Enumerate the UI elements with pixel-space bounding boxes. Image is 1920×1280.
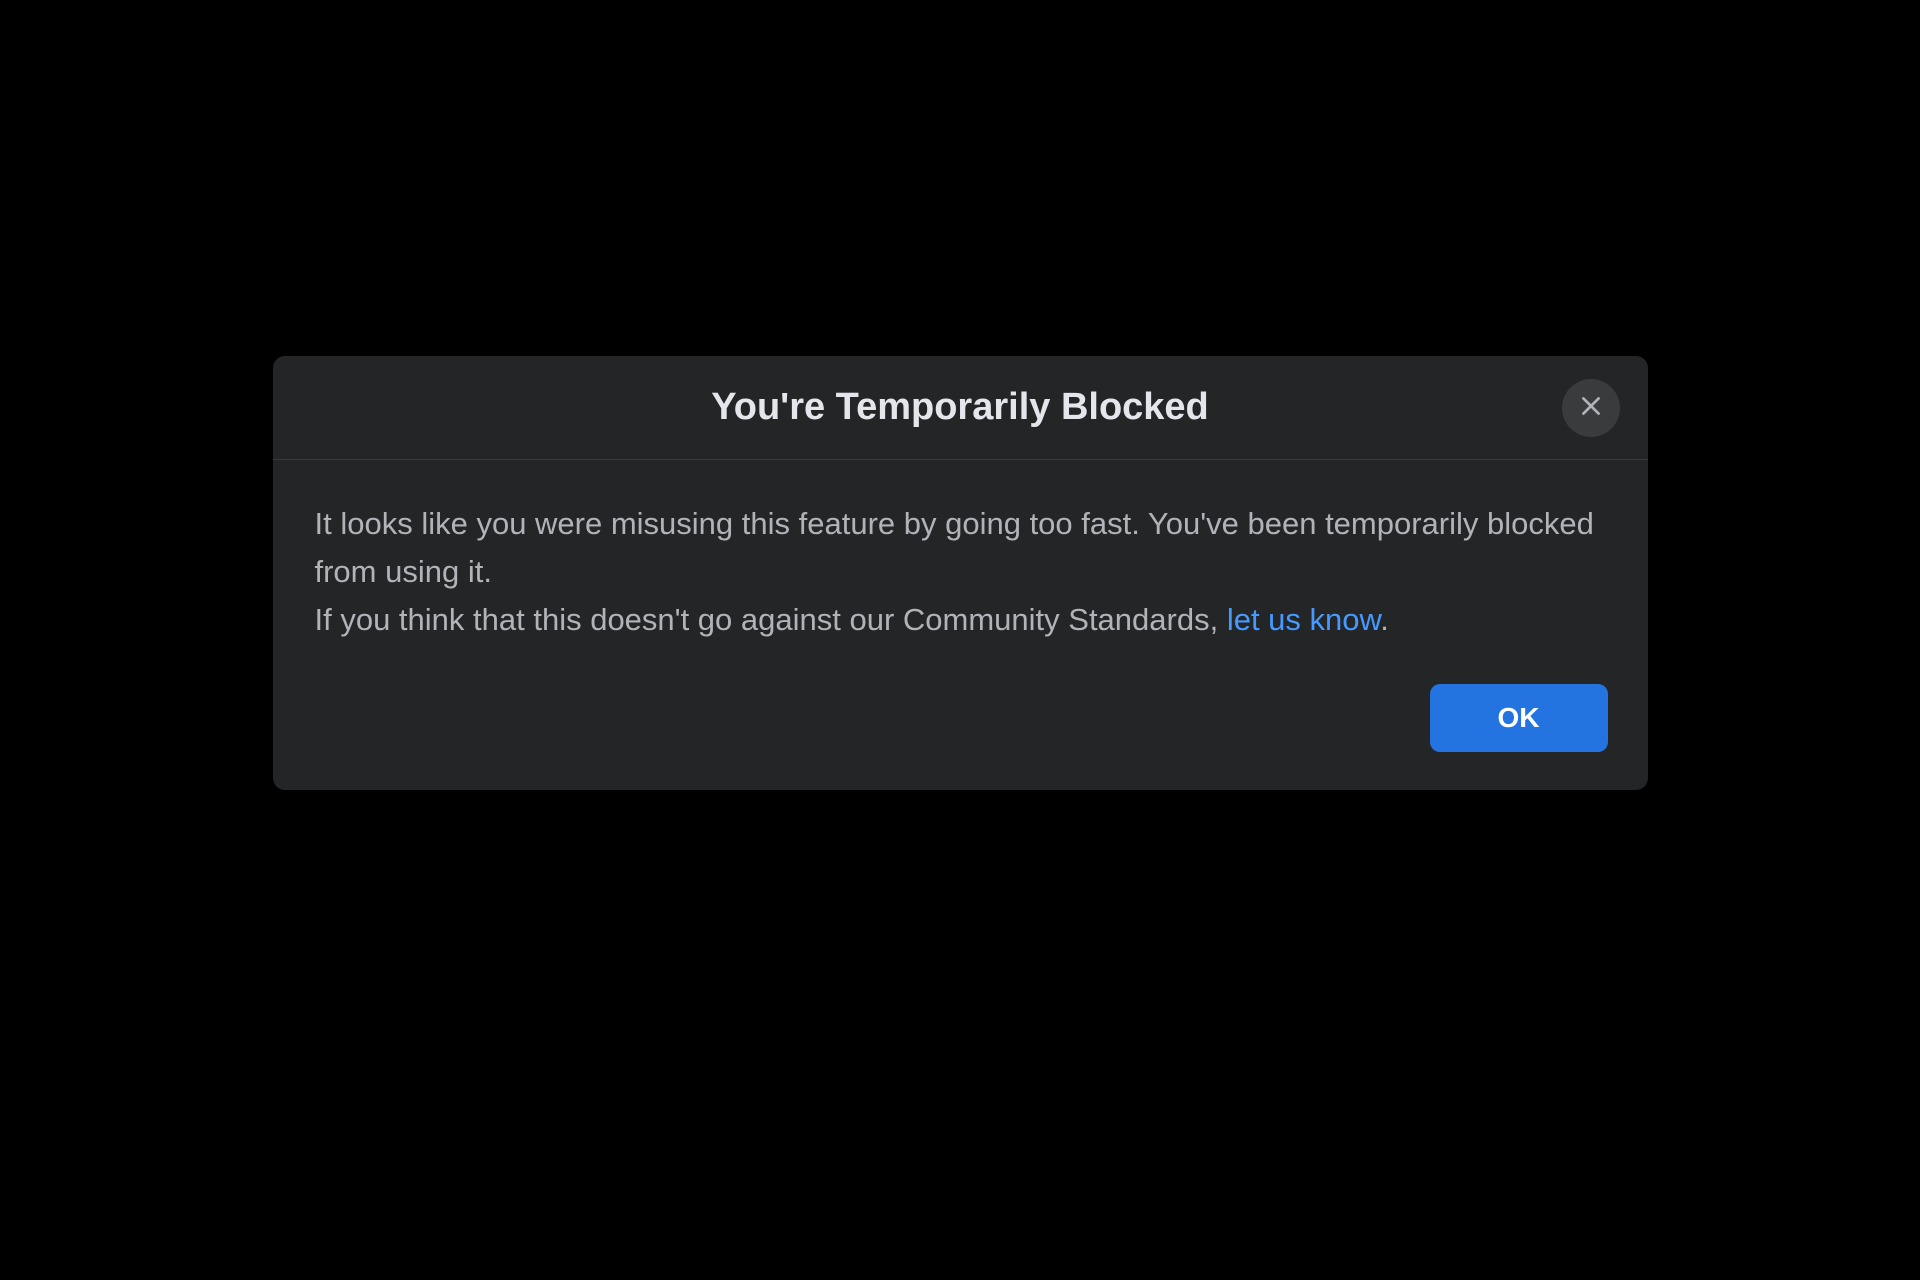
body-text-line2: If you think that this doesn't go agains… xyxy=(315,596,1606,644)
modal-body: It looks like you were misusing this fea… xyxy=(273,460,1648,654)
close-icon xyxy=(1578,393,1604,422)
body-text-suffix: . xyxy=(1380,602,1389,637)
let-us-know-link[interactable]: let us know xyxy=(1227,602,1380,637)
body-text-line1: It looks like you were misusing this fea… xyxy=(315,500,1606,596)
body-text-prefix: If you think that this doesn't go agains… xyxy=(315,602,1227,637)
close-button[interactable] xyxy=(1562,379,1620,437)
modal-header: You're Temporarily Blocked xyxy=(273,356,1648,460)
modal-title: You're Temporarily Blocked xyxy=(711,386,1209,429)
blocked-modal: You're Temporarily Blocked It looks like… xyxy=(273,356,1648,790)
modal-footer: OK xyxy=(273,654,1648,790)
ok-button[interactable]: OK xyxy=(1430,684,1608,752)
